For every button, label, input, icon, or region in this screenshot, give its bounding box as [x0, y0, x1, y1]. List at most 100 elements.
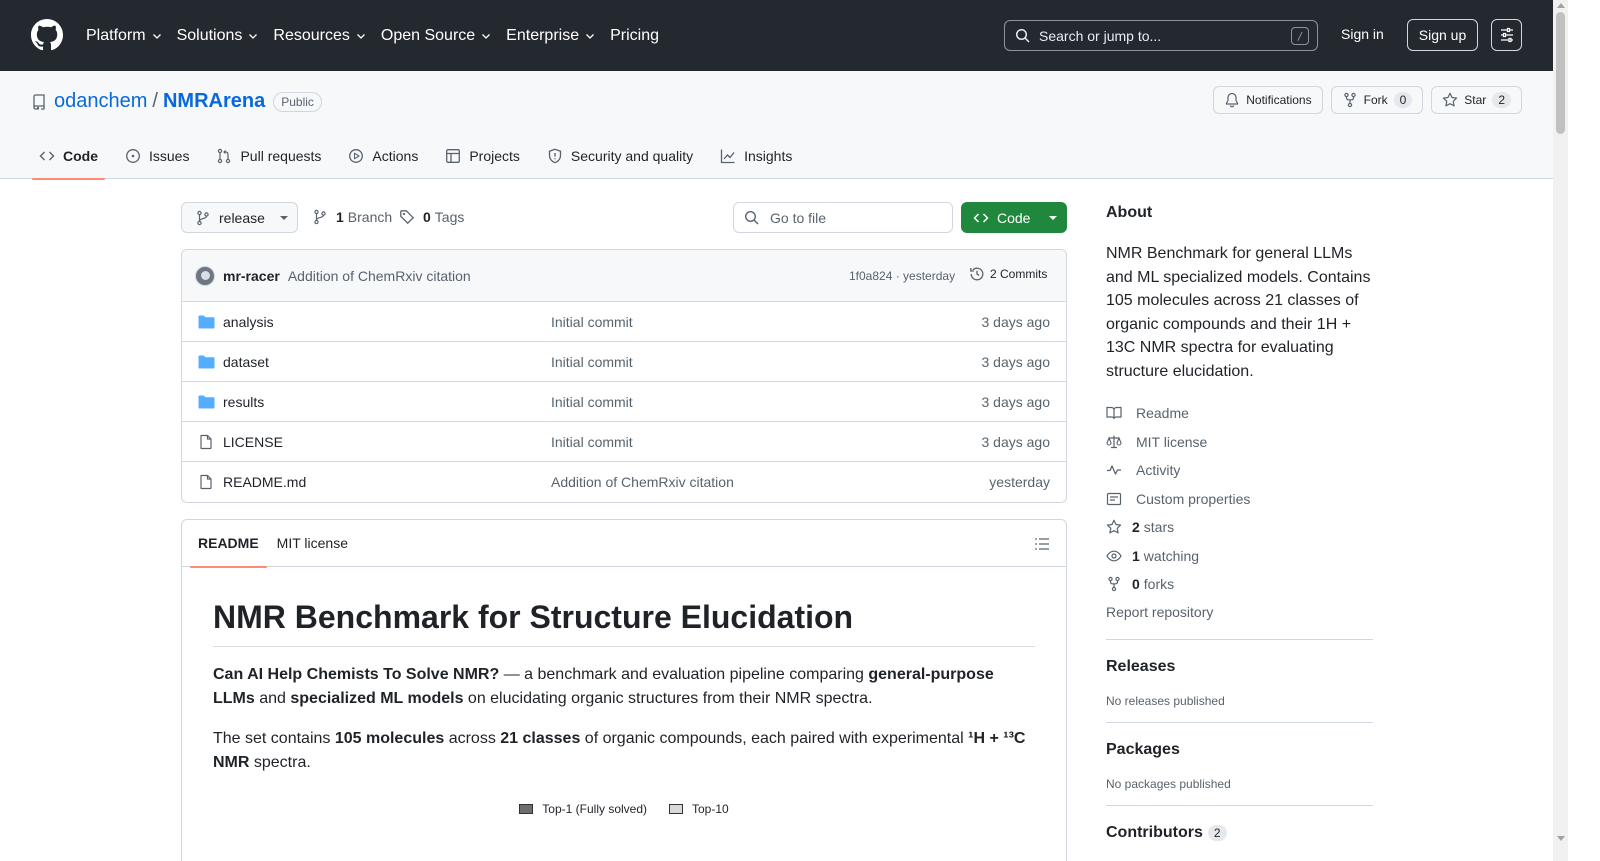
tab-issues[interactable]: Issues [118, 132, 196, 179]
notifications-button[interactable]: Notifications [1213, 86, 1323, 114]
file-age: 3 days ago [981, 433, 1051, 450]
readme-content: NMR Benchmark for Structure Elucidation … [182, 567, 1066, 848]
scroll-down-arrow-icon[interactable] [1557, 836, 1565, 841]
about-sidebar: About NMR Benchmark for general LLMs and… [1106, 204, 1373, 842]
outline-list-icon[interactable] [1034, 536, 1050, 552]
go-to-file-input[interactable]: Go to file [733, 202, 953, 233]
sign-up-button[interactable]: Sign up [1407, 19, 1478, 51]
file-commit-message[interactable]: Initial commit [551, 434, 633, 450]
tab-projects[interactable]: Projects [438, 132, 527, 179]
fork-button[interactable]: Fork 0 [1330, 86, 1424, 114]
avatar[interactable] [195, 265, 215, 286]
fork-label: Fork [1363, 93, 1388, 107]
custom-properties-link[interactable]: Custom properties [1106, 485, 1373, 514]
link-label: Custom properties [1136, 490, 1251, 507]
report-repository-link[interactable]: Report repository [1106, 599, 1373, 625]
tab-actions[interactable]: Actions [341, 132, 425, 179]
search-input[interactable]: Search or jump to... / [1004, 20, 1318, 51]
settings-menu-button[interactable] [1491, 19, 1522, 51]
divider [1106, 721, 1373, 723]
chevron-down-icon [355, 30, 367, 42]
link-label: 0 forks [1132, 576, 1175, 593]
table-row[interactable]: LICENSE Initial commit 3 days ago [182, 422, 1066, 462]
file-commit-message[interactable]: Initial commit [551, 354, 633, 370]
history-icon [969, 266, 985, 282]
tab-insights[interactable]: Insights [713, 132, 799, 179]
packages-heading[interactable]: Packages [1106, 741, 1373, 759]
code-dropdown-button[interactable]: Code [961, 202, 1067, 233]
nav-platform[interactable]: Platform [86, 27, 163, 45]
page-scrollbar[interactable] [1553, 0, 1568, 861]
readme-text: The set contains [213, 730, 335, 747]
file-name[interactable]: analysis [223, 314, 274, 330]
readme-strong-text: specialized ML models [290, 690, 464, 707]
legend-label: Top-1 (Fully solved) [542, 802, 647, 816]
branches-link[interactable]: 1 Branch [312, 209, 392, 225]
commit-message[interactable]: Addition of ChemRxiv citation [288, 268, 471, 284]
license-link[interactable]: MIT license [1106, 428, 1373, 457]
repo-owner-link[interactable]: odanchem [54, 90, 147, 113]
star-label: Star [1464, 93, 1487, 107]
contributors-heading[interactable]: Contributors 2 [1106, 824, 1373, 842]
commit-author[interactable]: mr-racer [223, 268, 280, 284]
tab-label: Code [63, 147, 98, 164]
file-age: 3 days ago [981, 353, 1051, 370]
file-name[interactable]: dataset [223, 354, 269, 370]
link-label: Activity [1136, 462, 1181, 479]
file-name[interactable]: README.md [223, 474, 306, 490]
repo-name-link[interactable]: NMRArena [163, 90, 265, 113]
star-button[interactable]: Star 2 [1431, 86, 1522, 114]
legend-label: Top-10 [692, 802, 729, 816]
file-name[interactable]: results [223, 394, 264, 410]
file-commit-message[interactable]: Addition of ChemRxiv citation [551, 474, 734, 490]
file-name[interactable]: LICENSE [223, 434, 283, 450]
link-label: 2 stars [1132, 519, 1175, 536]
releases-heading[interactable]: Releases [1106, 658, 1373, 676]
latest-commit-row: mr-racer Addition of ChemRxiv citation 1… [182, 250, 1066, 302]
watching-link[interactable]: 1 watching [1106, 542, 1373, 571]
tab-readme[interactable]: README [190, 520, 267, 568]
tab-pull-requests[interactable]: Pull requests [209, 132, 328, 179]
nav-pricing[interactable]: Pricing [610, 27, 659, 45]
repo-header: odanchem / NMRArena Public Notifications… [0, 71, 1553, 180]
book-icon [1106, 405, 1122, 421]
file-commit-message[interactable]: Initial commit [551, 314, 633, 330]
nav-solutions[interactable]: Solutions [177, 27, 260, 45]
activity-link[interactable]: Activity [1106, 456, 1373, 485]
global-header: Platform Solutions Resources Open Source… [0, 0, 1553, 71]
tags-link[interactable]: 0 Tags [399, 209, 464, 225]
file-commit-message[interactable]: Initial commit [551, 394, 633, 410]
folder-icon [198, 314, 215, 330]
commits-history-link[interactable]: 2 Commits [969, 266, 1047, 282]
issue-icon [125, 148, 141, 164]
tab-code[interactable]: Code [32, 132, 105, 180]
scroll-up-arrow-icon[interactable] [1557, 3, 1565, 8]
file-age: 3 days ago [981, 313, 1051, 330]
law-icon [1106, 434, 1122, 450]
readme-strong-text: Can AI Help Chemists To Solve NMR? [213, 666, 500, 683]
tab-license[interactable]: MIT license [269, 520, 356, 567]
folder-icon [198, 354, 215, 370]
nav-resources[interactable]: Resources [273, 27, 366, 45]
sign-in-link[interactable]: Sign in [1341, 26, 1384, 42]
table-row[interactable]: analysis Initial commit 3 days ago [182, 302, 1066, 342]
readme-panel: README MIT license NMR Benchmark for Str… [181, 519, 1067, 861]
table-row[interactable]: README.md Addition of ChemRxiv citation … [182, 462, 1066, 502]
eye-icon [1106, 548, 1122, 564]
github-logo-icon[interactable] [31, 19, 63, 51]
branch-selector-button[interactable]: release [181, 202, 298, 233]
fork-icon [1342, 92, 1358, 108]
chevron-down-icon [584, 30, 596, 42]
scroll-thumb[interactable] [1556, 12, 1565, 134]
nav-open-source[interactable]: Open Source [381, 27, 492, 45]
releases-empty-text: No releases published [1106, 693, 1225, 708]
tab-security[interactable]: Security and quality [540, 132, 700, 179]
table-row[interactable]: dataset Initial commit 3 days ago [182, 342, 1066, 382]
nav-enterprise[interactable]: Enterprise [506, 27, 596, 45]
forks-link[interactable]: 0 forks [1106, 570, 1373, 599]
table-row[interactable]: results Initial commit 3 days ago [182, 382, 1066, 422]
readme-link[interactable]: Readme [1106, 399, 1373, 428]
commit-sha-time[interactable]: 1f0a824 · yesterday [849, 269, 955, 283]
stars-link[interactable]: 2 stars [1106, 513, 1373, 542]
tab-label: Issues [149, 147, 190, 164]
